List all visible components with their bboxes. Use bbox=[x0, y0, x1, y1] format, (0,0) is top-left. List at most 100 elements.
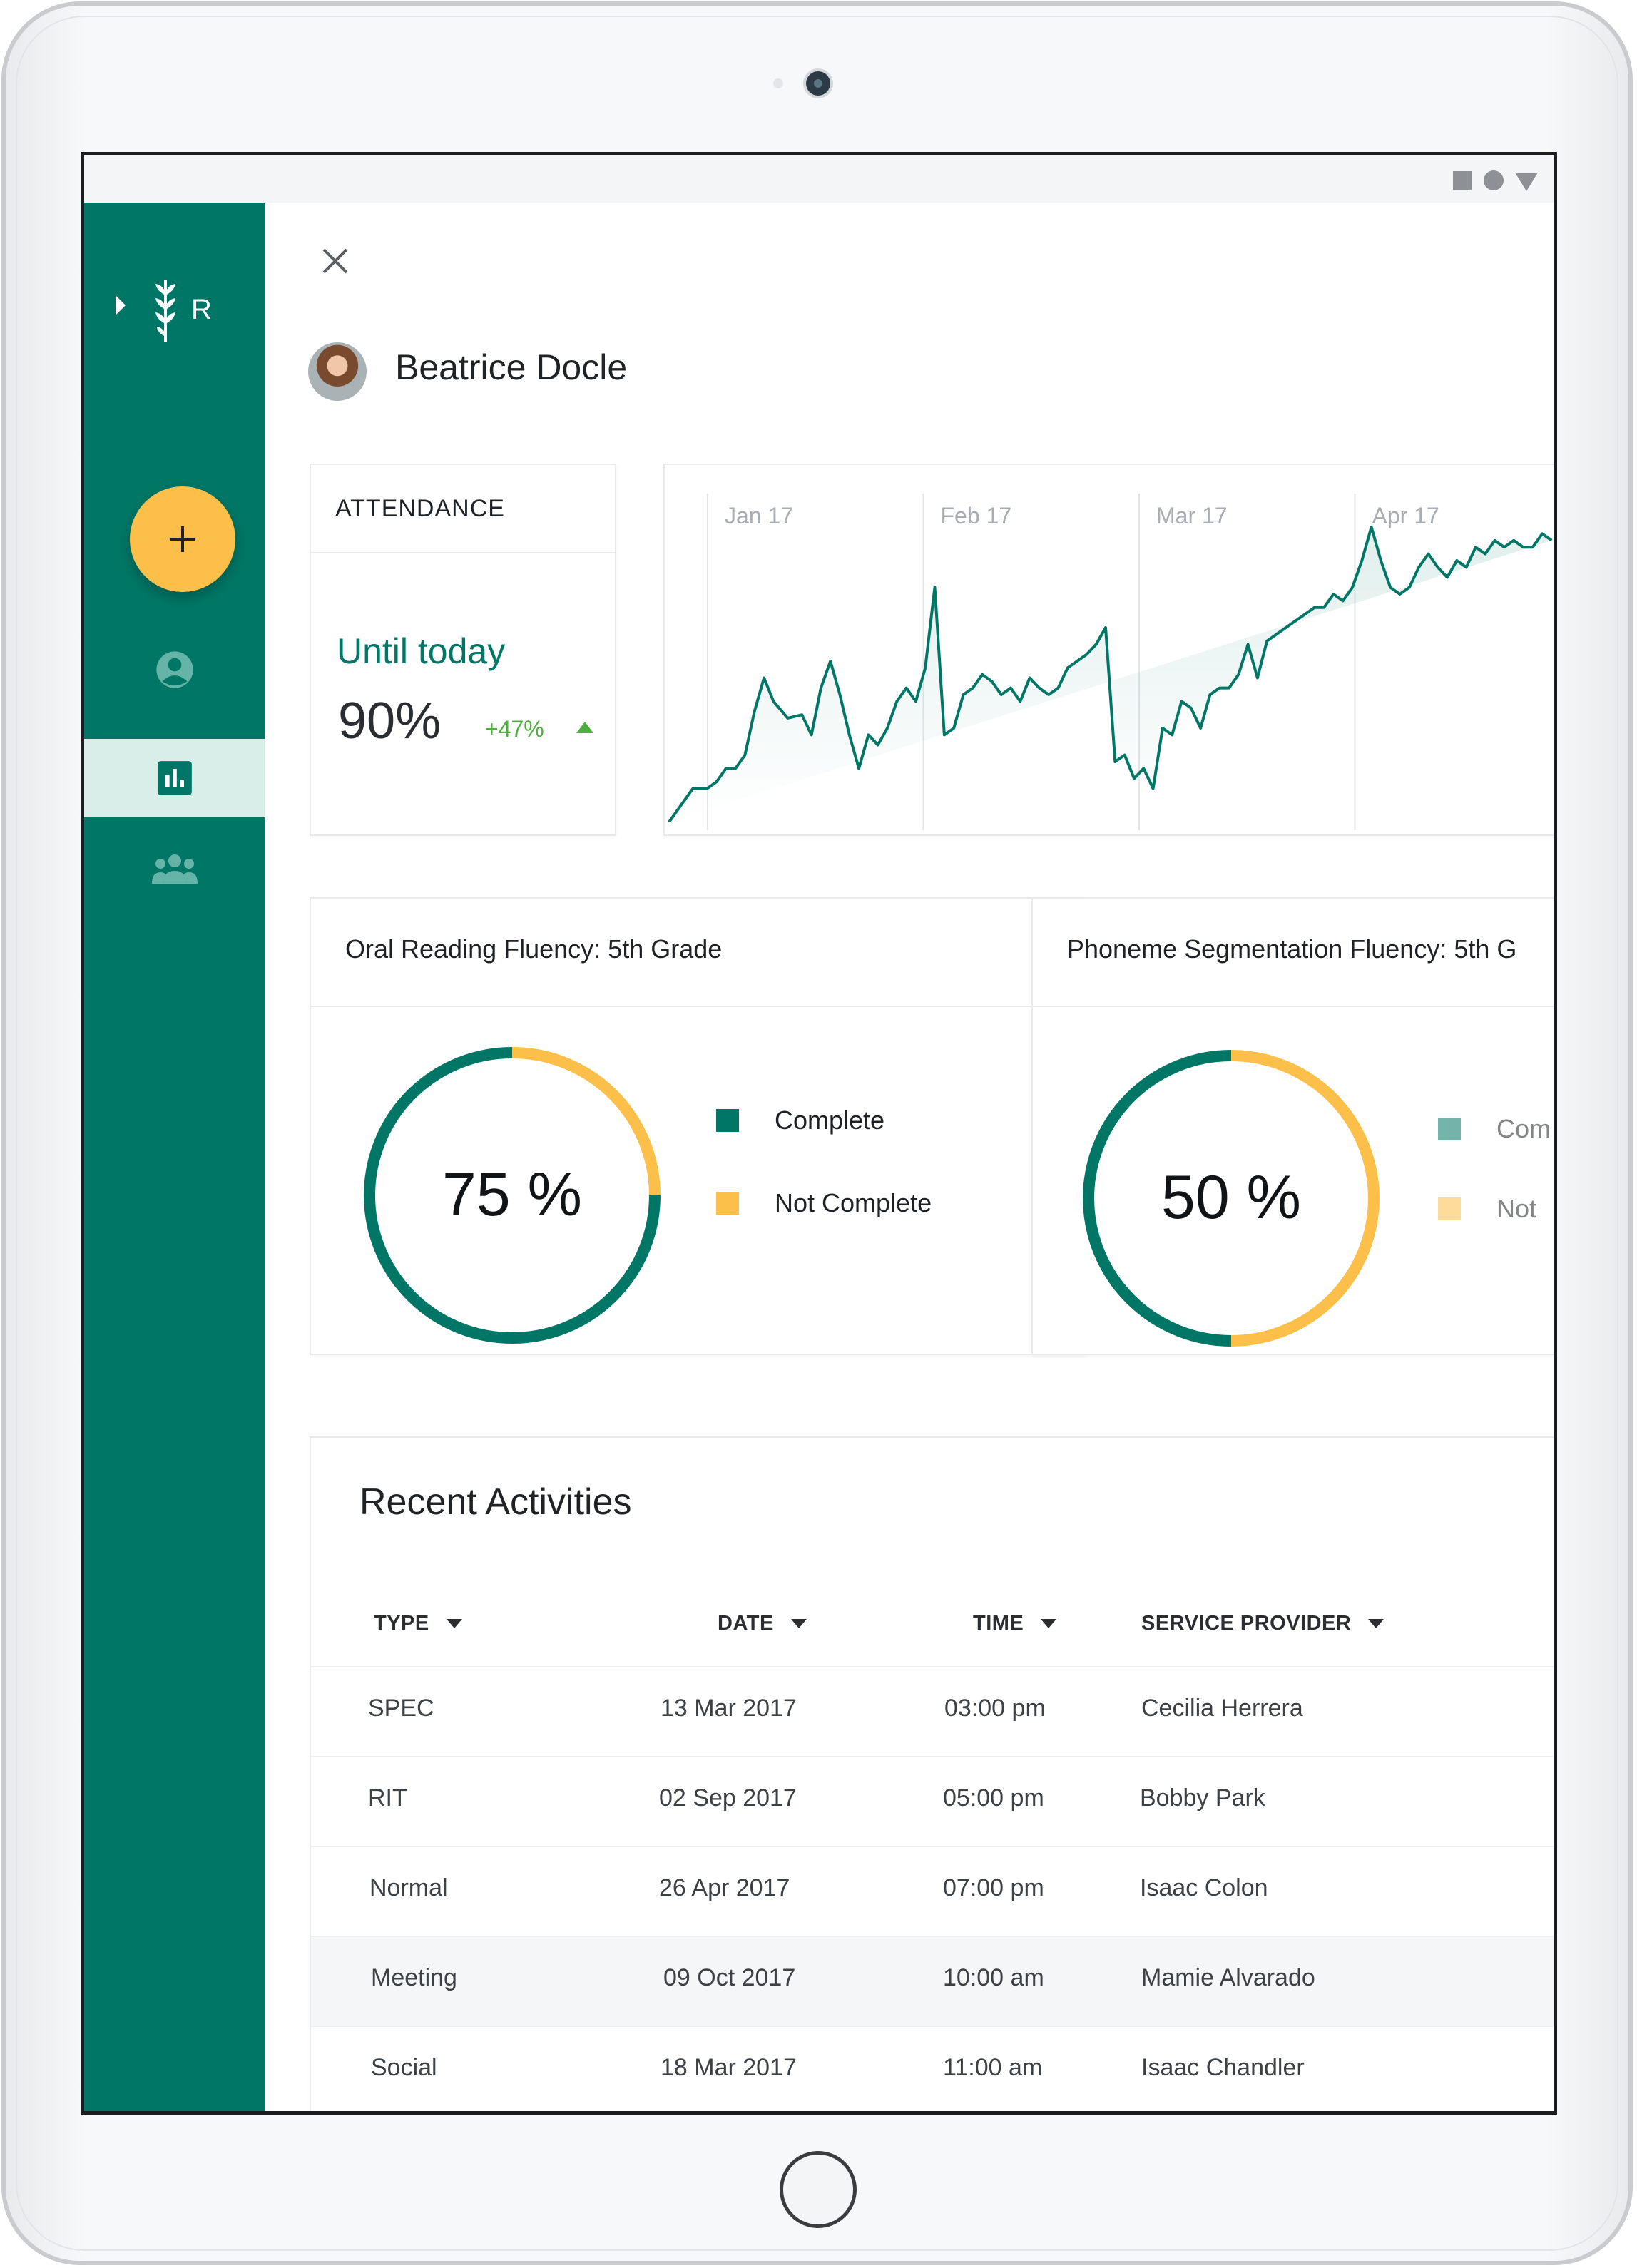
nav-reports[interactable] bbox=[84, 739, 265, 817]
legend-swatch-complete bbox=[716, 1109, 739, 1132]
cell-type: Meeting bbox=[371, 1964, 457, 1991]
phoneme-fluency-title: Phoneme Segmentation Fluency: 5th G bbox=[1067, 934, 1552, 964]
divider bbox=[1033, 1006, 1554, 1007]
attendance-value: 90% bbox=[338, 693, 442, 750]
table-row[interactable]: RIT 02 Sep 2017 05:00 pm Bobby Park bbox=[311, 1756, 1554, 1847]
cell-type: Normal bbox=[369, 1874, 448, 1901]
phoneme-title-text: Phoneme Segmentation Fluency: 5th G bbox=[1067, 934, 1517, 964]
column-header-time[interactable]: TIME bbox=[973, 1612, 1057, 1635]
column-label: TIME bbox=[973, 1612, 1024, 1635]
cell-time: 11:00 am bbox=[943, 2054, 1043, 2081]
cell-date: 18 Mar 2017 bbox=[661, 2054, 797, 2081]
app-screen: R Beatrice Docle ATTENDANCE Until today … bbox=[81, 152, 1557, 2115]
legend-label: Not bbox=[1496, 1194, 1537, 1223]
phoneme-fluency-donut: 50 % bbox=[1083, 1050, 1380, 1347]
nav-groups[interactable] bbox=[84, 830, 265, 909]
legend-label: Not Complete bbox=[775, 1188, 932, 1217]
oral-fluency-card: Oral Reading Fluency: 5th Grade 75 % Com… bbox=[310, 897, 1087, 1355]
legend-swatch-complete bbox=[1438, 1118, 1461, 1140]
cell-provider: Isaac Colon bbox=[1140, 1874, 1268, 1901]
sort-down-icon bbox=[1041, 1619, 1057, 1628]
table-row[interactable]: Meeting 09 Oct 2017 10:00 am Mamie Alvar… bbox=[311, 1936, 1554, 2027]
column-header-date[interactable]: DATE bbox=[718, 1612, 807, 1635]
oral-fluency-donut: 75 % bbox=[364, 1047, 661, 1344]
cell-time: 03:00 pm bbox=[944, 1695, 1046, 1722]
nav-profile[interactable] bbox=[84, 630, 265, 709]
phoneme-fluency-card: Phoneme Segmentation Fluency: 5th G 50 %… bbox=[1031, 897, 1554, 1355]
cell-date: 26 Apr 2017 bbox=[659, 1874, 790, 1901]
wheat-logo-icon bbox=[155, 280, 175, 342]
student-avatar bbox=[308, 342, 367, 401]
table-row[interactable]: SPEC 13 Mar 2017 03:00 pm Cecilia Herrer… bbox=[311, 1666, 1554, 1757]
cell-time: 10:00 am bbox=[943, 1964, 1044, 1991]
cell-time: 07:00 pm bbox=[943, 1874, 1044, 1901]
cell-date: 09 Oct 2017 bbox=[663, 1964, 796, 1991]
attendance-heading: ATTENDANCE bbox=[335, 495, 505, 522]
cell-type: SPEC bbox=[368, 1695, 434, 1722]
app-logo[interactable]: R bbox=[116, 274, 244, 359]
legend-label: Complete bbox=[775, 1105, 885, 1135]
table-row[interactable]: Normal 26 Apr 2017 07:00 pm Isaac Colon bbox=[311, 1846, 1554, 1937]
column-header-service-provider[interactable]: SERVICE PROVIDER bbox=[1141, 1612, 1384, 1635]
cell-type: RIT bbox=[368, 1784, 407, 1812]
divider bbox=[311, 1006, 1086, 1007]
close-button[interactable] bbox=[314, 240, 357, 282]
group-icon bbox=[151, 854, 198, 884]
legend-complete: Com bbox=[1438, 1114, 1551, 1144]
legend-complete: Complete bbox=[716, 1105, 884, 1135]
cell-provider: Bobby Park bbox=[1140, 1784, 1265, 1812]
front-camera bbox=[806, 71, 830, 96]
plus-icon bbox=[170, 526, 195, 552]
cell-date: 02 Sep 2017 bbox=[659, 1784, 797, 1812]
column-label: DATE bbox=[718, 1612, 774, 1635]
legend-swatch-not-complete bbox=[1438, 1197, 1461, 1220]
recent-apps-icon bbox=[1453, 171, 1472, 190]
recent-activities-card: Recent Activities TYPE DATE TIME SERVICE… bbox=[310, 1436, 1554, 2111]
status-bar bbox=[84, 155, 1554, 203]
logo-letter: R bbox=[191, 294, 212, 325]
back-triangle-icon bbox=[1515, 173, 1538, 191]
x-tick-label: Jan 17 bbox=[725, 503, 793, 528]
legend-not-complete: Not Complete bbox=[716, 1188, 932, 1218]
x-tick-label: Apr 17 bbox=[1372, 503, 1439, 528]
attendance-area bbox=[669, 527, 1552, 822]
account-circle-icon bbox=[155, 651, 193, 688]
x-tick-label: Mar 17 bbox=[1156, 503, 1228, 528]
student-name: Beatrice Docle bbox=[395, 347, 628, 387]
legend-not-complete: Not bbox=[1438, 1194, 1536, 1224]
cell-provider: Cecilia Herrera bbox=[1141, 1695, 1303, 1722]
donut-center-label: 50 % bbox=[1161, 1163, 1301, 1232]
cell-provider: Mamie Alvarado bbox=[1141, 1964, 1315, 1991]
cell-type: Social bbox=[371, 2054, 437, 2081]
cell-date: 13 Mar 2017 bbox=[661, 1695, 797, 1722]
donut-center-label: 75 % bbox=[442, 1160, 582, 1229]
sort-down-icon bbox=[446, 1619, 462, 1628]
cell-time: 05:00 pm bbox=[943, 1784, 1044, 1812]
sort-down-icon bbox=[790, 1619, 807, 1628]
bar-chart-icon bbox=[157, 761, 192, 795]
sensor-dot bbox=[773, 78, 783, 88]
home-circle-icon bbox=[1484, 170, 1504, 190]
attendance-label: Until today bbox=[337, 631, 506, 671]
close-icon bbox=[322, 248, 348, 274]
attendance-change: +47% bbox=[485, 716, 544, 742]
oral-fluency-title: Oral Reading Fluency: 5th Grade bbox=[345, 934, 723, 964]
attendance-card: ATTENDANCE Until today 90% +47% bbox=[310, 464, 616, 836]
attendance-chart: Jan 17 Feb 17 Mar 17 Apr 17 bbox=[668, 494, 1553, 830]
sort-down-icon bbox=[1368, 1619, 1384, 1628]
expand-caret-icon[interactable] bbox=[116, 295, 126, 315]
home-button[interactable] bbox=[780, 2151, 857, 2228]
add-button[interactable] bbox=[130, 486, 235, 592]
attendance-chart-card: Jan 17 Feb 17 Mar 17 Apr 17 bbox=[663, 464, 1554, 836]
legend-label: Com bbox=[1496, 1114, 1551, 1143]
table-row[interactable]: Social 18 Mar 2017 11:00 am Isaac Chandl… bbox=[311, 2026, 1554, 2111]
divider bbox=[311, 552, 615, 553]
column-label: SERVICE PROVIDER bbox=[1141, 1612, 1352, 1635]
sidebar: R bbox=[84, 203, 265, 2111]
recent-activities-title: Recent Activities bbox=[359, 1481, 632, 1523]
legend-swatch-not-complete bbox=[716, 1192, 739, 1215]
column-label: TYPE bbox=[374, 1612, 429, 1635]
x-tick-label: Feb 17 bbox=[941, 503, 1012, 528]
column-header-type[interactable]: TYPE bbox=[374, 1612, 462, 1635]
trend-up-icon bbox=[576, 722, 593, 733]
